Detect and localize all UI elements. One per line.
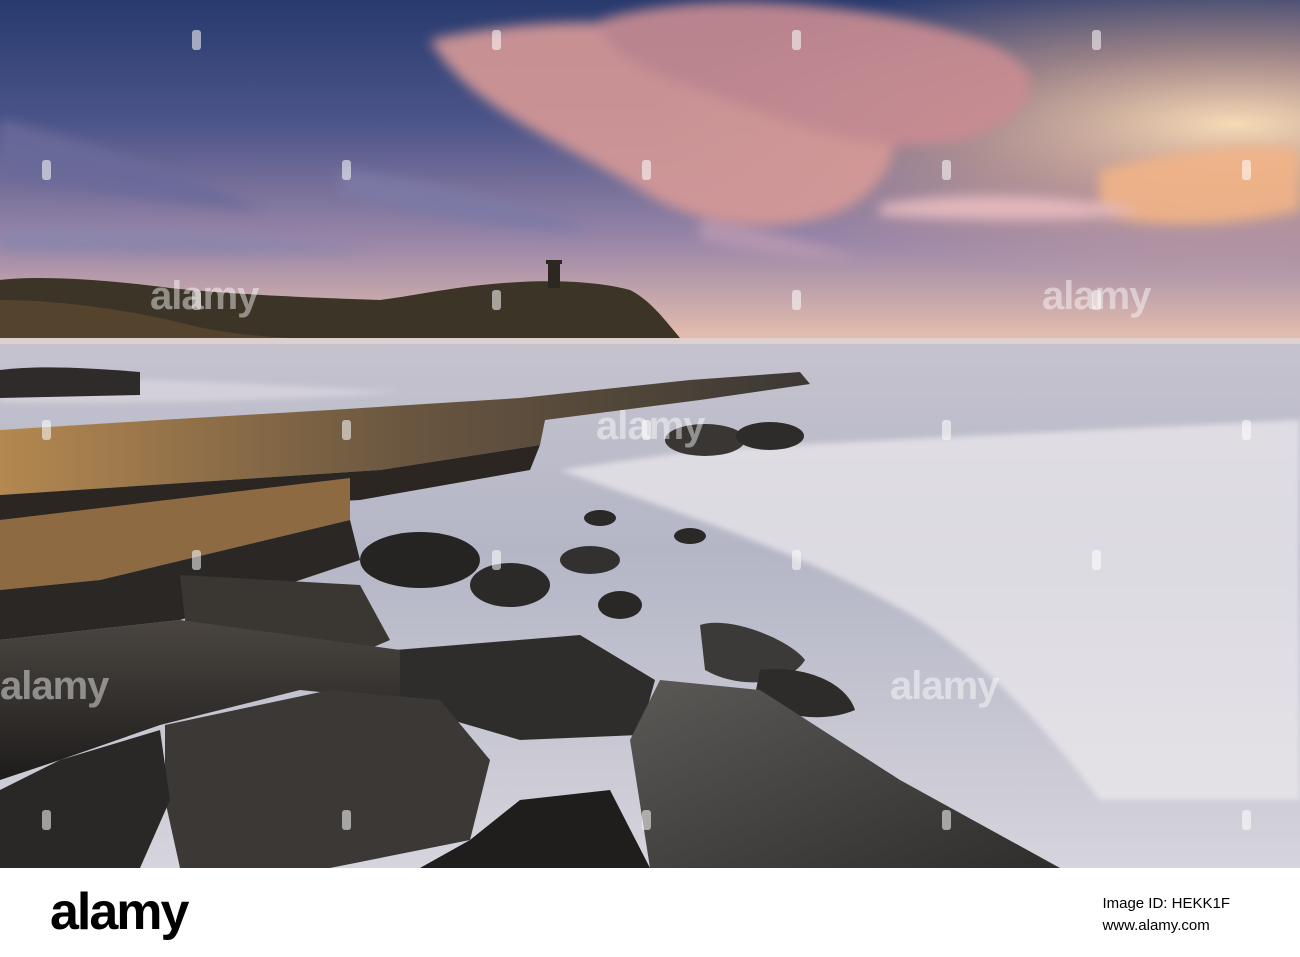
watermark-mark: [342, 420, 351, 440]
watermark-logo: alamy: [890, 664, 999, 708]
watermark-mark: [942, 160, 951, 180]
watermark-logo: alamy: [1042, 274, 1151, 318]
watermark-mark: [792, 550, 801, 570]
watermark-mark: [792, 30, 801, 50]
watermark-mark: [42, 160, 51, 180]
site-url: www.alamy.com: [1102, 917, 1210, 934]
watermark-mark: [942, 420, 951, 440]
watermark-mark: [42, 810, 51, 830]
watermark-logo: alamy: [0, 664, 109, 708]
watermark-mark: [1242, 420, 1251, 440]
watermark-mark: [42, 420, 51, 440]
stock-photo-page: alamy alamy alamy alamy alamy alamy Imag…: [0, 0, 1300, 957]
watermark-mark: [342, 810, 351, 830]
brand-logo: alamy: [50, 883, 189, 941]
clavell-tower: [548, 262, 560, 288]
watermark-logo: alamy: [596, 404, 705, 448]
watermark-mark: [1092, 30, 1101, 50]
image-id-label: Image ID: HEKK1F: [1102, 895, 1230, 912]
watermark-mark: [1242, 810, 1251, 830]
watermark-mark: [942, 810, 951, 830]
watermark-mark: [1092, 550, 1101, 570]
watermark-mark: [192, 550, 201, 570]
watermark-mark: [492, 290, 501, 310]
watermark-logo: alamy: [150, 274, 259, 318]
landscape-photo: alamy alamy alamy alamy alamy: [0, 0, 1300, 868]
watermark-mark: [642, 160, 651, 180]
watermark-mark: [1242, 160, 1251, 180]
watermark-mark: [192, 30, 201, 50]
watermark-mark: [492, 550, 501, 570]
foreground-rock-center: [165, 690, 490, 868]
watermark-mark: [492, 30, 501, 50]
distant-rocks: [0, 367, 140, 398]
watermark-mark: [342, 160, 351, 180]
watermark-mark: [792, 290, 801, 310]
watermark-mark: [642, 810, 651, 830]
stock-meta: Image ID: HEKK1F www.alamy.com: [1102, 893, 1230, 937]
